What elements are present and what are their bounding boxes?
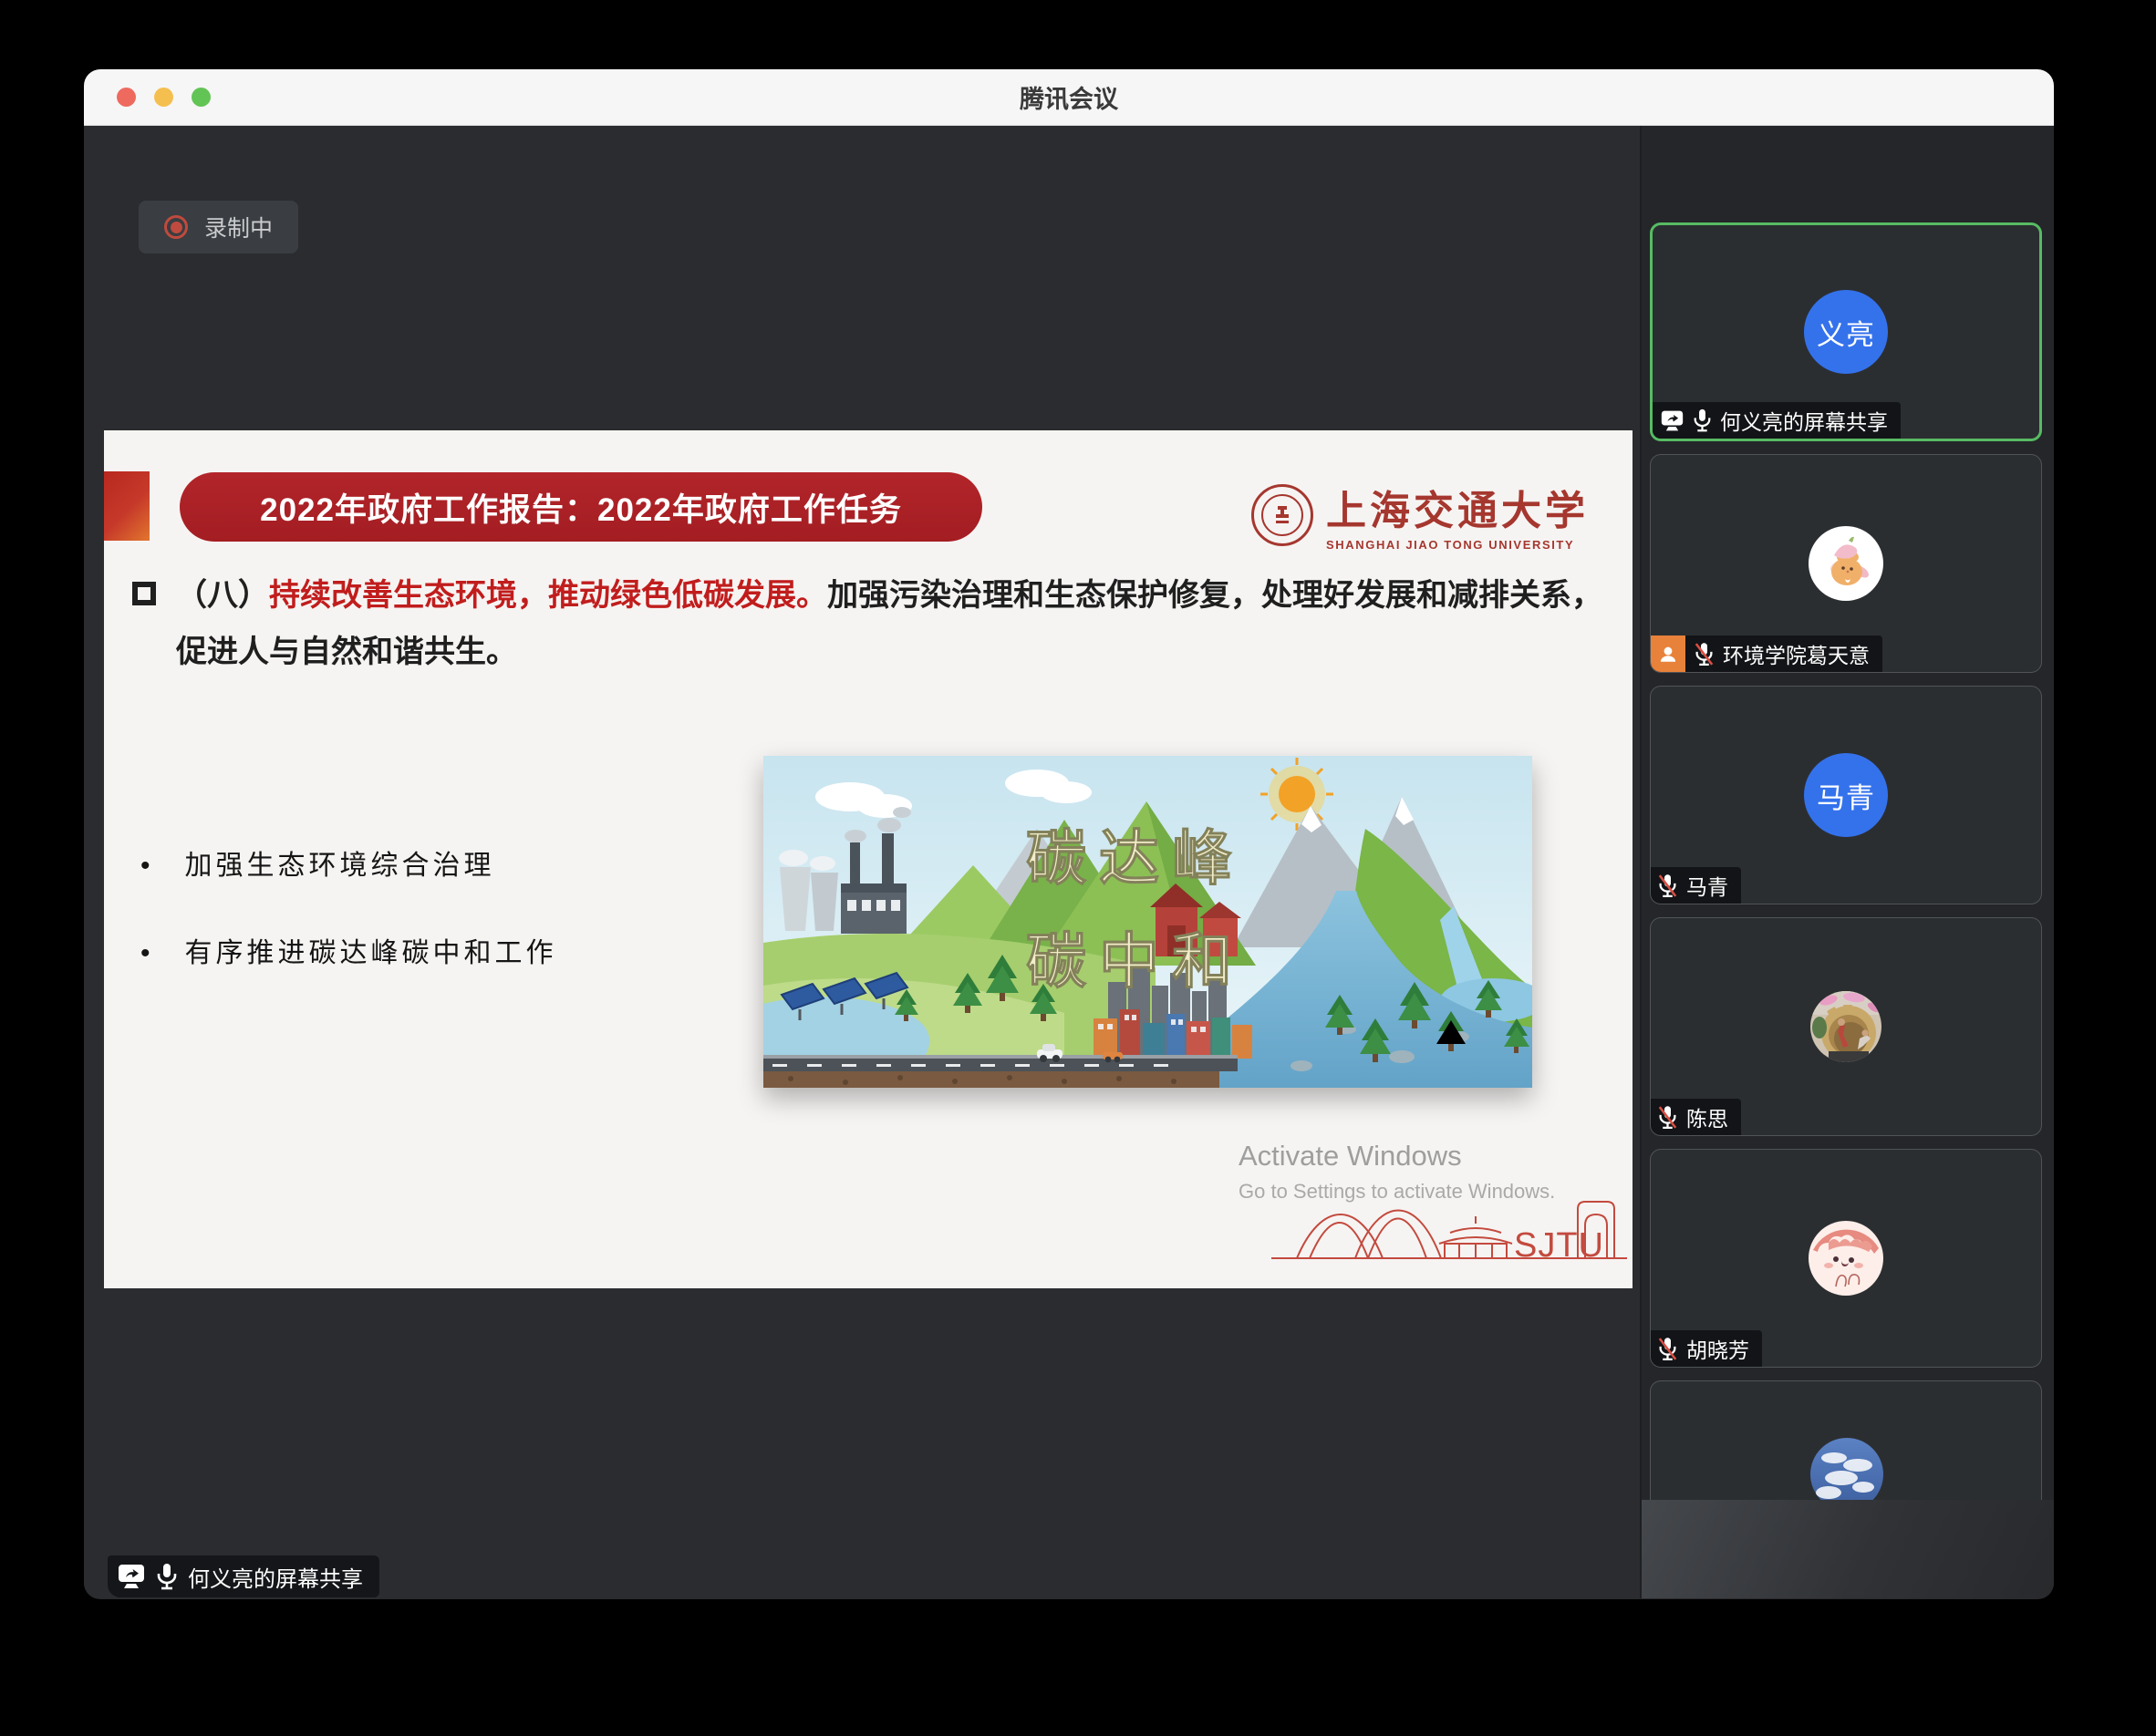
fullscreen-button[interactable]	[192, 88, 211, 107]
participant-tile-screen-share[interactable]: 义亮 何义亮的屏幕共享	[1650, 222, 2042, 441]
participant-name: 马青	[1686, 870, 1728, 901]
illustration-caption-line1: 碳达峰	[1026, 824, 1245, 892]
participant-tile[interactable]: 陈思	[1650, 917, 2042, 1136]
presentation-slide: 2022年政府工作报告：2022年政府工作任务 上海交通大学 SHANGHAI …	[104, 430, 1633, 1288]
sidebar-bottom-area	[1642, 1500, 2054, 1598]
slide-title-text: 2022年政府工作报告：2022年政府工作任务	[260, 484, 902, 531]
avatar: 义亮	[1804, 290, 1888, 374]
square-bullet-icon	[132, 582, 156, 605]
slide-paragraph: （八）持续改善生态环境，推动绿色低碳发展。加强污染治理和生态保护修复，处理好发展…	[132, 567, 1619, 680]
avatar: 马青	[1804, 753, 1888, 837]
participants-sidebar[interactable]: 义亮 何义亮的屏幕共享	[1640, 126, 2054, 1598]
shared-screen-area: 录制中 2022年政府工作报告：2022年政府工作任务	[84, 126, 1640, 1598]
recording-indicator[interactable]: 录制中	[139, 201, 298, 253]
minimize-button[interactable]	[154, 88, 173, 107]
participant-name-tag: 陈思	[1651, 1099, 1741, 1135]
desktop: 腾讯会议 录制中 2022年政府工作报告：2022年政府工作任务	[0, 0, 2156, 1736]
participant-tile[interactable]: 胡晓芳	[1650, 1149, 2042, 1368]
mic-muted-icon	[1658, 873, 1677, 898]
paragraph-highlight: 持续改善生态环境，推动绿色低碳发展。	[269, 578, 827, 613]
participant-name: 何义亮的屏幕共享	[1720, 405, 1888, 436]
traffic-lights	[117, 69, 211, 125]
participant-name: 陈思	[1686, 1101, 1728, 1132]
avatar-photo	[1810, 1438, 1883, 1500]
participant-tile[interactable]: 环境学院葛天意	[1650, 454, 2042, 673]
participant-name-tag: 环境学院葛天意	[1651, 636, 1882, 672]
watermark-line1: Activate Windows	[1239, 1140, 1555, 1173]
sjtu-name-en: SHANGHAI JIAO TONG UNIVERSITY	[1326, 538, 1589, 552]
illustration-caption-line2: 碳中和	[1026, 927, 1245, 995]
slide-accent-square	[104, 471, 150, 541]
participant-name-tag: 胡晓芳	[1651, 1330, 1762, 1367]
titlebar: 腾讯会议	[84, 69, 2054, 126]
participant-name-tag: 马青	[1651, 867, 1741, 904]
participant-name: 环境学院葛天意	[1723, 638, 1870, 669]
presenter-icon	[1651, 636, 1685, 672]
sjtu-logo: 上海交通大学 SHANGHAI JIAO TONG UNIVERSITY	[1251, 478, 1589, 552]
participant-tile[interactable]: 马青 马青	[1650, 686, 2042, 904]
share-overlay-text: 何义亮的屏幕共享	[188, 1561, 363, 1593]
participant-name: 胡晓芳	[1686, 1333, 1749, 1364]
screen-share-overlay-label: 何义亮的屏幕共享	[108, 1555, 379, 1597]
window-title: 腾讯会议	[1020, 79, 1118, 115]
mic-on-icon	[157, 1563, 177, 1590]
sjtu-name-cn: 上海交通大学	[1326, 478, 1589, 536]
avatar-photo	[1809, 526, 1883, 601]
avatar-photo	[1810, 991, 1881, 1062]
mic-muted-icon	[1658, 1105, 1677, 1130]
avatar-initials: 义亮	[1817, 312, 1875, 353]
bullet-item: 加强生态环境综合治理	[140, 842, 557, 883]
close-button[interactable]	[117, 88, 136, 107]
sjtu-skyline-art: SJTU	[1271, 1185, 1627, 1276]
record-icon	[164, 215, 188, 239]
recording-label: 录制中	[204, 211, 273, 243]
mic-muted-icon	[1658, 1337, 1677, 1361]
tencent-meeting-window: 腾讯会议 录制中 2022年政府工作报告：2022年政府工作任务	[84, 69, 2054, 1599]
participant-tile-partial[interactable]	[1650, 1380, 2042, 1500]
paragraph-marker: （八）	[176, 578, 269, 613]
sjtu-seal-icon	[1251, 484, 1313, 546]
slide-title-banner: 2022年政府工作报告：2022年政府工作任务	[180, 472, 982, 542]
screen-share-icon	[117, 1563, 146, 1590]
skyline-sjtu-text: SJTU	[1514, 1226, 1604, 1265]
participant-name-tag: 何义亮的屏幕共享	[1653, 402, 1901, 439]
bullet-item: 有序推进碳达峰碳中和工作	[140, 930, 557, 970]
slide-bullet-list: 加强生态环境综合治理 有序推进碳达峰碳中和工作	[140, 842, 557, 1018]
mic-muted-icon	[1695, 642, 1714, 666]
carbon-illustration: 碳达峰 碳中和	[763, 756, 1532, 1088]
avatar-initials: 马青	[1817, 775, 1875, 816]
screen-share-icon	[1660, 409, 1684, 432]
mic-on-icon	[1694, 408, 1711, 432]
avatar-photo	[1809, 1221, 1883, 1296]
